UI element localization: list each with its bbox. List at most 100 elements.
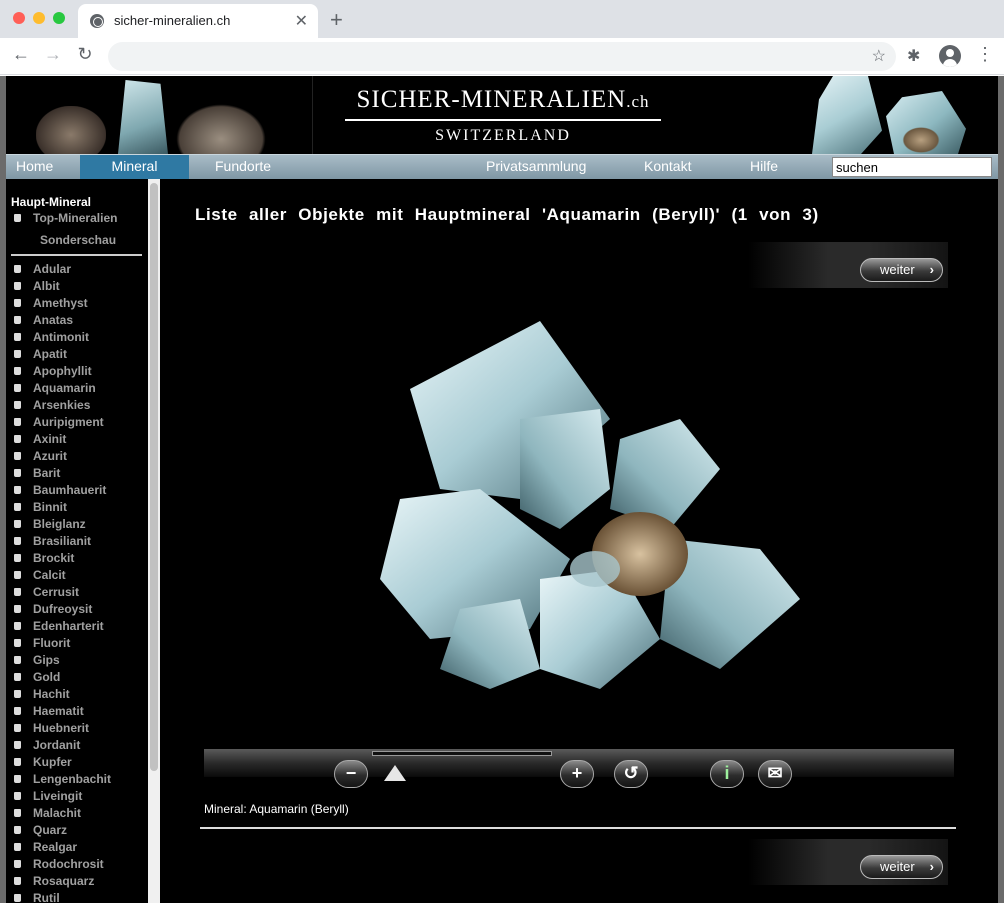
new-tab-button[interactable]: + bbox=[330, 7, 343, 33]
sidebar-item-mineral[interactable]: Gold bbox=[14, 669, 111, 686]
nav-hilfe[interactable]: Hilfe bbox=[750, 158, 778, 174]
crystal-facet bbox=[570, 551, 620, 587]
chevron-right-icon: › bbox=[929, 262, 934, 277]
mineral-label: Antimonit bbox=[33, 330, 89, 344]
sidebar-item-mineral[interactable]: Cerrusit bbox=[14, 584, 111, 601]
profile-avatar-icon[interactable] bbox=[939, 45, 961, 67]
browser-menu-icon[interactable]: ⋮ bbox=[976, 44, 994, 65]
mineral-label: Albit bbox=[33, 279, 60, 293]
sidebar-item-mineral[interactable]: Brockit bbox=[14, 550, 111, 567]
sidebar-item-mineral[interactable]: Anatas bbox=[14, 312, 111, 329]
browser-tab[interactable]: sicher-mineralien.ch ✕ bbox=[78, 4, 318, 38]
sidebar-item-mineral[interactable]: Jordanit bbox=[14, 737, 111, 754]
close-tab-icon[interactable]: ✕ bbox=[295, 11, 308, 31]
bullet-icon bbox=[14, 639, 21, 647]
site-logo[interactable]: SICHER-MINERALIEN.ch SWITZERLAND bbox=[343, 86, 663, 145]
zoom-in-button[interactable]: + bbox=[560, 760, 594, 788]
back-button[interactable]: ← bbox=[10, 44, 32, 65]
sidebar-item-mineral[interactable]: Lengenbachit bbox=[14, 771, 111, 788]
weiter-button-bottom[interactable]: weiter › bbox=[860, 855, 943, 879]
sidebar-item-mineral[interactable]: Adular bbox=[14, 261, 111, 278]
sidebar-item-mineral[interactable]: Edenharterit bbox=[14, 618, 111, 635]
nav-privatsammlung[interactable]: Privatsammlung bbox=[486, 158, 586, 174]
chevron-right-icon: › bbox=[929, 859, 934, 874]
sidebar-item-mineral[interactable]: Brasilianit bbox=[14, 533, 111, 550]
content-divider bbox=[200, 827, 956, 829]
mineral-label: Malachit bbox=[33, 806, 82, 820]
sidebar-item-mineral[interactable]: Amethyst bbox=[14, 295, 111, 312]
rotate-button[interactable]: ↺ bbox=[614, 760, 648, 788]
sidebar-item-mineral[interactable]: Binnit bbox=[14, 499, 111, 516]
sidebar-item-mineral[interactable]: Hachit bbox=[14, 686, 111, 703]
sidebar-heading: Haupt-Mineral bbox=[11, 195, 92, 209]
address-bar[interactable]: ☆ bbox=[108, 42, 896, 71]
mineral-label: Liveingit bbox=[33, 789, 83, 803]
sidebar-item-mineral[interactable]: Azurit bbox=[14, 448, 111, 465]
weiter-button-top[interactable]: weiter › bbox=[860, 258, 943, 282]
nav-mineral[interactable]: Mineral bbox=[80, 155, 189, 180]
sidebar-item-sonderschau[interactable]: Sonderschau bbox=[40, 233, 116, 247]
sidebar-item-mineral[interactable]: Apatit bbox=[14, 346, 111, 363]
scrollbar-thumb[interactable] bbox=[150, 183, 158, 771]
sidebar-item-top-mineralien[interactable]: Top-Mineralien bbox=[14, 211, 117, 225]
globe-icon bbox=[90, 14, 104, 28]
bullet-icon bbox=[14, 605, 21, 613]
bullet-icon bbox=[14, 622, 21, 630]
sidebar-item-mineral[interactable]: Baumhauerit bbox=[14, 482, 111, 499]
sidebar-item-mineral[interactable]: Bleiglanz bbox=[14, 516, 111, 533]
nav-fundorte[interactable]: Fundorte bbox=[215, 158, 271, 174]
sidebar-item-mineral[interactable]: Rodochrosit bbox=[14, 856, 111, 873]
reload-button[interactable]: ↻ bbox=[74, 44, 96, 65]
tab-title: sicher-mineralien.ch bbox=[114, 13, 231, 28]
maximize-window-button[interactable] bbox=[53, 12, 65, 24]
mineral-label: Gold bbox=[33, 670, 61, 684]
sidebar-item-mineral[interactable]: Quarz bbox=[14, 822, 111, 839]
sidebar-item-mineral[interactable]: Rutil bbox=[14, 890, 111, 903]
mail-button[interactable]: ✉ bbox=[758, 760, 792, 788]
mineral-label: Adular bbox=[33, 262, 72, 276]
sidebar-item-mineral[interactable]: Huebnerit bbox=[14, 720, 111, 737]
sidebar-item-mineral[interactable]: Rosaquarz bbox=[14, 873, 111, 890]
sidebar-item-mineral[interactable]: Haematit bbox=[14, 703, 111, 720]
zoom-slider[interactable] bbox=[372, 751, 552, 756]
sidebar-item-mineral[interactable]: Antimonit bbox=[14, 329, 111, 346]
sidebar-item-mineral[interactable]: Axinit bbox=[14, 431, 111, 448]
nav-kontakt[interactable]: Kontakt bbox=[644, 158, 691, 174]
sidebar-item-mineral[interactable]: Calcit bbox=[14, 567, 111, 584]
bookmark-star-icon[interactable]: ☆ bbox=[872, 46, 886, 66]
mineral-label: Brockit bbox=[33, 551, 75, 565]
sidebar-item-mineral[interactable]: Aquamarin bbox=[14, 380, 111, 397]
zoom-out-button[interactable]: − bbox=[334, 760, 368, 788]
up-arrow-icon[interactable] bbox=[384, 765, 406, 781]
sidebar-item-mineral[interactable]: Malachit bbox=[14, 805, 111, 822]
bullet-icon bbox=[14, 860, 21, 868]
bullet-icon bbox=[14, 537, 21, 545]
web-page: SICHER-MINERALIEN.ch SWITZERLAND Home Mi… bbox=[0, 76, 1004, 903]
mineral-label: Amethyst bbox=[33, 296, 88, 310]
sidebar-item-mineral[interactable]: Apophyllit bbox=[14, 363, 111, 380]
sidebar-item-mineral[interactable]: Barit bbox=[14, 465, 111, 482]
nav-home[interactable]: Home bbox=[16, 158, 53, 174]
sidebar-item-mineral[interactable]: Dufreoysit bbox=[14, 601, 111, 618]
mineral-label: Huebnerit bbox=[33, 721, 90, 735]
close-window-button[interactable] bbox=[13, 12, 25, 24]
info-button[interactable]: i bbox=[710, 760, 744, 788]
sidebar-item-mineral[interactable]: Arsenkies bbox=[14, 397, 111, 414]
minimize-window-button[interactable] bbox=[33, 12, 45, 24]
sidebar-item-mineral[interactable]: Liveingit bbox=[14, 788, 111, 805]
bullet-icon bbox=[14, 656, 21, 664]
sidebar-item-mineral[interactable]: Kupfer bbox=[14, 754, 111, 771]
mineral-label: Hachit bbox=[33, 687, 70, 701]
sidebar-item-mineral[interactable]: Auripigment bbox=[14, 414, 111, 431]
sidebar-item-mineral[interactable]: Fluorit bbox=[14, 635, 111, 652]
search-input[interactable] bbox=[832, 157, 992, 177]
sidebar-item-mineral[interactable]: Albit bbox=[14, 278, 111, 295]
forward-button[interactable]: → bbox=[42, 44, 64, 65]
mineral-photo[interactable] bbox=[370, 319, 806, 699]
extensions-puzzle-icon[interactable]: ✱ bbox=[907, 46, 920, 66]
bullet-icon bbox=[14, 469, 21, 477]
sidebar-item-mineral[interactable]: Gips bbox=[14, 652, 111, 669]
sidebar-scrollbar[interactable] bbox=[148, 179, 160, 903]
banner-crystal-image-right bbox=[901, 126, 941, 154]
sidebar-item-mineral[interactable]: Realgar bbox=[14, 839, 111, 856]
